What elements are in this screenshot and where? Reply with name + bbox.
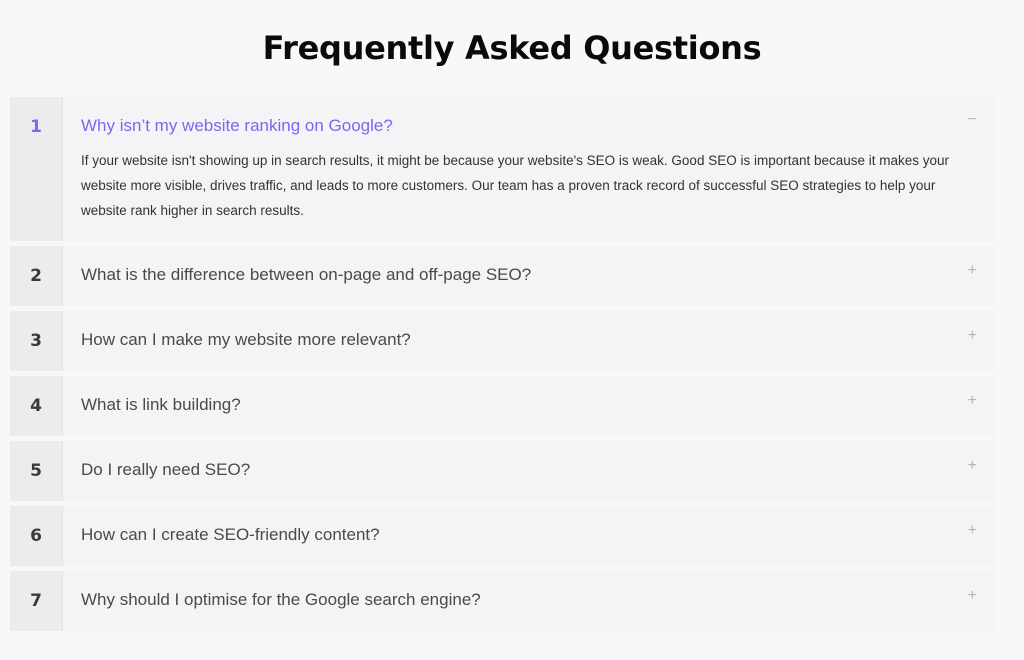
faq-item-5[interactable]: 5 Do I really need SEO? +: [10, 441, 995, 501]
faq-answer: If your website isn't showing up in sear…: [81, 153, 950, 218]
expand-plus-icon[interactable]: +: [968, 327, 977, 345]
faq-question[interactable]: Why should I optimise for the Google sea…: [81, 571, 955, 631]
faq-body: How can I make my website more relevant?…: [63, 311, 995, 371]
faq-item-4[interactable]: 4 What is link building? +: [10, 376, 995, 436]
faq-item-2[interactable]: 2 What is the difference between on-page…: [10, 246, 995, 306]
faq-item-1[interactable]: 1 Why isn’t my website ranking on Google…: [10, 97, 995, 241]
expand-plus-icon[interactable]: +: [968, 262, 977, 280]
faq-body: Why should I optimise for the Google sea…: [63, 571, 995, 631]
collapse-minus-icon[interactable]: −: [968, 111, 977, 129]
faq-item-3[interactable]: 3 How can I make my website more relevan…: [10, 311, 995, 371]
faq-number: 5: [10, 441, 63, 501]
faq-item-7[interactable]: 7 Why should I optimise for the Google s…: [10, 571, 995, 631]
faq-number: 7: [10, 571, 63, 631]
expand-plus-icon[interactable]: +: [968, 392, 977, 410]
faq-body: Do I really need SEO? +: [63, 441, 995, 501]
faq-accordion: 1 Why isn’t my website ranking on Google…: [10, 97, 995, 636]
faq-body: What is link building? +: [63, 376, 995, 436]
faq-body: How can I create SEO-friendly content? +: [63, 506, 995, 566]
faq-number: 4: [10, 376, 63, 436]
faq-question[interactable]: What is the difference between on-page a…: [81, 246, 955, 306]
faq-number: 3: [10, 311, 63, 371]
faq-number: 1: [10, 97, 63, 241]
faq-question[interactable]: What is link building?: [81, 376, 955, 436]
faq-question[interactable]: How can I make my website more relevant?: [81, 311, 955, 371]
faq-question[interactable]: Do I really need SEO?: [81, 441, 955, 501]
expand-plus-icon[interactable]: +: [968, 587, 977, 605]
faq-question[interactable]: Why isn’t my website ranking on Google?: [81, 97, 955, 148]
page-title: Frequently Asked Questions: [262, 29, 762, 68]
expand-plus-icon[interactable]: +: [968, 522, 977, 540]
faq-body: What is the difference between on-page a…: [63, 246, 995, 306]
faq-body: Why isn’t my website ranking on Google? …: [63, 97, 995, 241]
expand-plus-icon[interactable]: +: [968, 457, 977, 475]
faq-item-6[interactable]: 6 How can I create SEO-friendly content?…: [10, 506, 995, 566]
faq-number: 6: [10, 506, 63, 566]
faq-question[interactable]: How can I create SEO-friendly content?: [81, 506, 955, 566]
faq-number: 2: [10, 246, 63, 306]
